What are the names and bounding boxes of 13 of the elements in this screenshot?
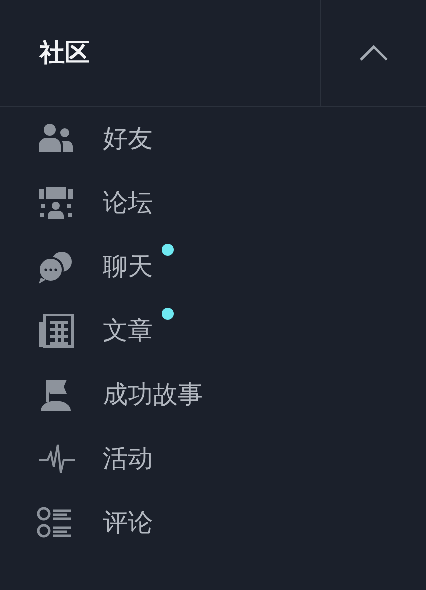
menu-item[interactable]: 成功故事 [0,363,426,427]
newspaper-icon [37,314,75,348]
menu-item[interactable]: 评论 [0,491,426,555]
menu-item[interactable]: 活动 [0,427,426,491]
menu-item[interactable]: 论坛 [0,171,426,235]
section-title: 社区 [40,37,90,70]
menu-item[interactable]: 文章 [0,299,426,363]
chat-icon [37,250,75,284]
menu-item[interactable]: 好友 [0,107,426,171]
chevron-icon [358,44,388,62]
menu-item[interactable]: 聊天 [0,235,426,299]
forum-icon [37,186,75,220]
pulse-icon [37,442,75,476]
